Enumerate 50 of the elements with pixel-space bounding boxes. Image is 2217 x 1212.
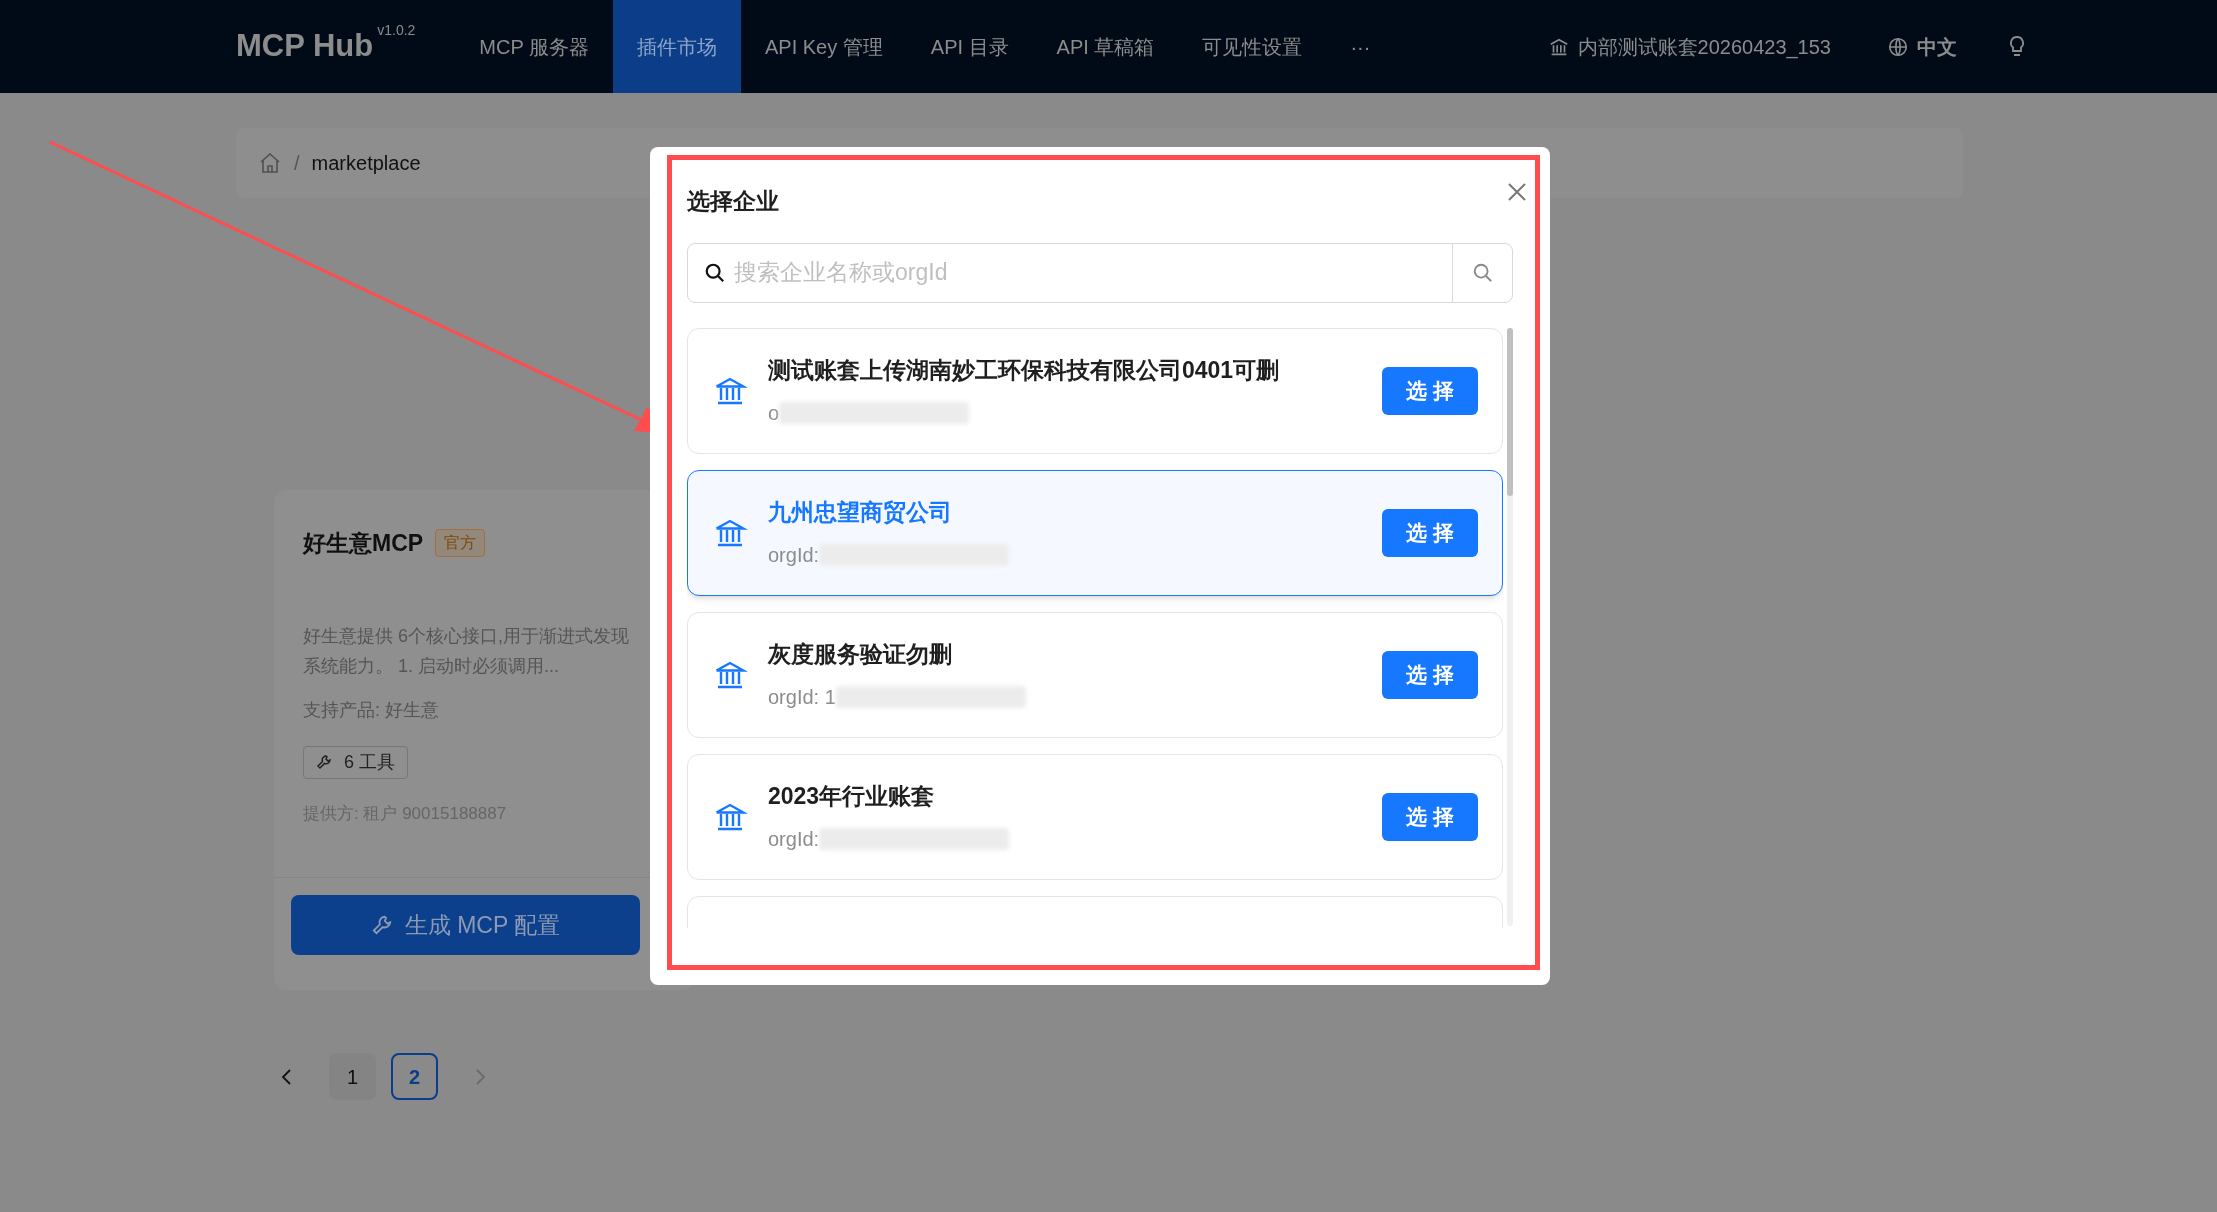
company-name: 灰度服务验证勿删 [768, 640, 953, 670]
wrench-icon [370, 914, 393, 936]
select-button[interactable]: 选 择 [1382, 508, 1478, 557]
page-button[interactable]: 1 [329, 1053, 376, 1100]
account-name[interactable]: 内部测试账套20260423_153 [1577, 31, 1831, 62]
card-description: 好生意提供 6个核心接口,用于渐进式发现系统能力。 1. 启动时必须调用... [303, 624, 630, 678]
breadcrumb-separator: / [294, 151, 300, 176]
logo: MCP Hub [236, 27, 374, 66]
company-name: 测试账套上传湖南妙工环保科技有限公司0401可删 [768, 356, 1281, 386]
nav-tab[interactable]: API 草稿箱 [1032, 0, 1179, 93]
modal-title: 选择企业 [687, 187, 779, 216]
nav-tab[interactable]: 可见性设置 [1178, 0, 1327, 93]
company-card[interactable]: 2023年行业账套 orgId: 选 择 [687, 753, 1503, 880]
nav-tab[interactable]: MCP 服务器 [455, 0, 613, 93]
wrench-icon [316, 754, 332, 770]
company-card[interactable]: 九州忠望商贸公司 orgId: 选 择 [687, 469, 1503, 596]
nav-tab[interactable]: API 目录 [906, 0, 1033, 93]
home-icon[interactable] [258, 151, 282, 175]
supported-products: 支持产品: 好生意 [303, 698, 440, 722]
select-button[interactable]: 选 择 [1382, 792, 1478, 841]
lightbulb-icon[interactable] [2007, 34, 2027, 59]
search-icon [704, 261, 726, 284]
org-id-label: orgId: [768, 542, 820, 568]
scrollbar[interactable] [1507, 327, 1513, 926]
card-title: 好生意MCP [303, 529, 424, 558]
tools-tag: 6 工具 [303, 745, 408, 779]
version-label: v1.0.2 [377, 22, 416, 38]
search-icon [1471, 261, 1494, 284]
company-name: 2023年行业账套 [768, 782, 936, 812]
official-tag: 官方 [435, 529, 486, 558]
page-button[interactable]: 2 [391, 1053, 438, 1100]
company-card[interactable]: 测试账套上传湖南妙工环保科技有限公司0401可删 o 选 择 [687, 327, 1503, 454]
breadcrumb-item[interactable]: marketplace [311, 148, 421, 178]
org-id-label: o [768, 400, 780, 426]
org-id-label: orgId: 1 [768, 684, 836, 710]
language-menu[interactable]: 中文 [1917, 31, 1957, 62]
company-name: 九州忠望商贸公司 [768, 498, 953, 528]
previous-page-icon[interactable] [280, 1066, 294, 1087]
next-page-icon[interactable] [473, 1066, 487, 1087]
search-input[interactable]: 搜索企业名称或orgId [734, 255, 1452, 290]
nav-tab[interactable]: 插件市场 [613, 0, 741, 93]
org-id-label: orgId: [768, 826, 820, 852]
search-field[interactable]: 搜索企业名称或orgId [687, 242, 1513, 303]
globe-icon [1887, 35, 1909, 58]
select-button[interactable]: 选 择 [1382, 650, 1478, 699]
select-button[interactable]: 选 择 [1382, 366, 1478, 415]
more-menu[interactable]: ··· [1326, 0, 1395, 93]
company-card[interactable]: 灰度服务验证勿删 orgId: 1 选 择 [687, 611, 1503, 738]
generate-config-button[interactable]: 生成 MCP 配置 [291, 895, 640, 955]
nav-tab[interactable]: API Key 管理 [741, 0, 907, 93]
